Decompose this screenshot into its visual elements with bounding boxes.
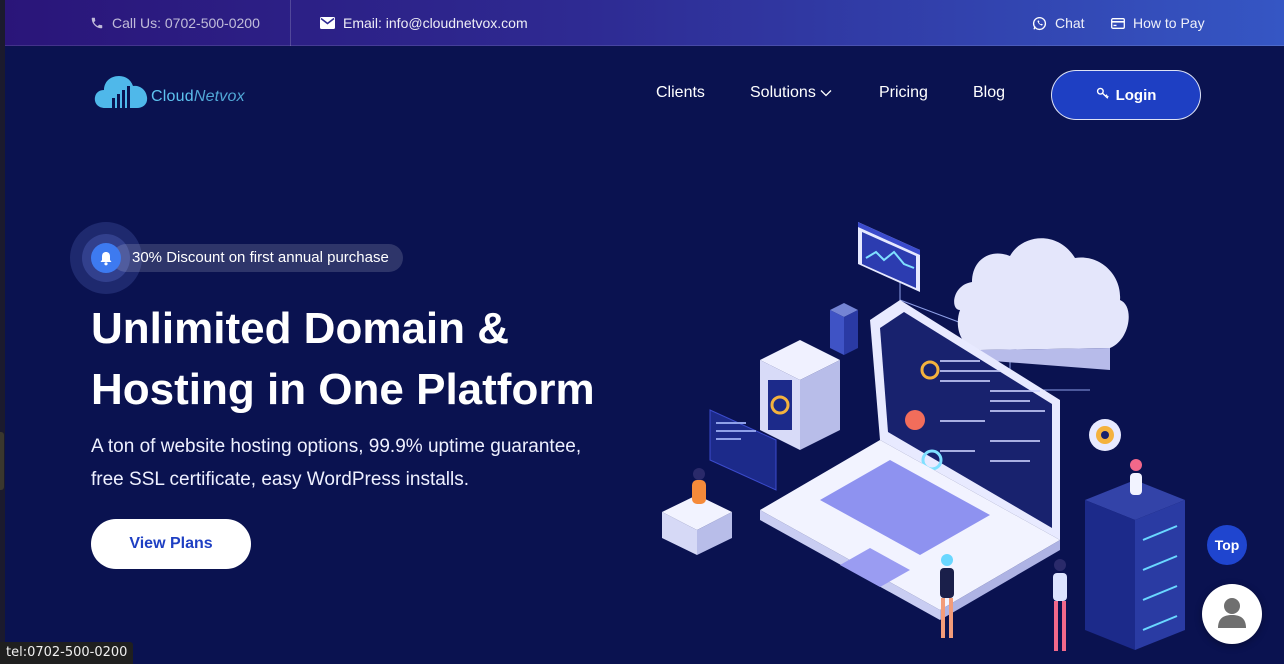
logo-wordmark: CloudNetvox xyxy=(151,88,245,105)
topbar-divider xyxy=(290,0,291,46)
main-navigation: CloudNetvox Clients Solutions Pricing Bl… xyxy=(5,46,1284,142)
how-to-pay-text: How to Pay xyxy=(1133,15,1205,31)
person-desk xyxy=(662,468,732,555)
whatsapp-icon xyxy=(1032,16,1047,31)
nav-clients[interactable]: Clients xyxy=(656,84,705,102)
headline-line-2: Hosting in One Platform xyxy=(91,365,595,414)
edge-handle xyxy=(0,432,4,490)
headline-line-1: Unlimited Domain & xyxy=(91,304,510,353)
nav-blog-label: Blog xyxy=(973,84,1006,101)
nav-solutions-label: Solutions xyxy=(750,84,816,101)
key-icon xyxy=(1096,86,1110,104)
cloudnetvox-logo[interactable]: CloudNetvox xyxy=(93,72,245,110)
server-box xyxy=(760,340,840,450)
server-stack xyxy=(1085,480,1185,650)
view-plans-button[interactable]: View Plans xyxy=(91,519,251,569)
small-server xyxy=(830,303,858,355)
email-text: Email: info@cloudnetvox.com xyxy=(343,15,528,31)
nav-pricing-label: Pricing xyxy=(879,84,928,101)
nav-solutions[interactable]: Solutions xyxy=(750,84,832,102)
top-contact-bar: Call Us: 0702-500-0200 Email: info@cloud… xyxy=(5,0,1284,46)
how-to-pay-link[interactable]: How to Pay xyxy=(1111,0,1205,46)
person-right xyxy=(1053,559,1067,651)
top-label: Top xyxy=(1214,537,1240,553)
scroll-to-top-button[interactable]: Top xyxy=(1207,525,1247,565)
nav-blog[interactable]: Blog xyxy=(973,84,1005,102)
person-sitting xyxy=(1130,459,1142,495)
login-button[interactable]: Login xyxy=(1051,70,1201,120)
hosting-illustration xyxy=(650,210,1210,664)
chat-link[interactable]: Chat xyxy=(1032,0,1085,46)
bell-icon xyxy=(91,243,121,273)
phone-icon xyxy=(90,16,104,30)
chevron-down-icon xyxy=(820,84,832,102)
subtext-line-1: A ton of website hosting options, 99.9% … xyxy=(91,436,582,457)
chat-text: Chat xyxy=(1055,15,1085,31)
chart-window xyxy=(858,222,920,292)
email-link[interactable]: Email: info@cloudnetvox.com xyxy=(320,0,528,46)
link-status-bar: tel:0702-500-0200 xyxy=(0,642,134,664)
live-chat-button[interactable] xyxy=(1202,584,1262,644)
discount-text: 30% Discount on first annual purchase xyxy=(112,244,403,272)
login-label: Login xyxy=(1115,86,1157,104)
view-plans-label: View Plans xyxy=(129,535,213,552)
nav-pricing[interactable]: Pricing xyxy=(879,84,928,102)
call-us-link[interactable]: Call Us: 0702-500-0200 xyxy=(90,0,260,46)
avatar-icon xyxy=(1217,596,1247,633)
subtext-line-2: free SSL certificate, easy WordPress ins… xyxy=(91,469,470,490)
gear-shape xyxy=(1089,419,1121,451)
hero-subtext: A ton of website hosting options, 99.9% … xyxy=(91,430,631,496)
cloud-logo-icon xyxy=(94,76,148,108)
envelope-icon xyxy=(320,17,335,29)
card-icon xyxy=(1111,17,1125,29)
call-us-text: Call Us: 0702-500-0200 xyxy=(112,15,260,31)
nav-clients-label: Clients xyxy=(656,84,705,101)
hero-headline: Unlimited Domain & Hosting in One Platfo… xyxy=(91,298,651,420)
